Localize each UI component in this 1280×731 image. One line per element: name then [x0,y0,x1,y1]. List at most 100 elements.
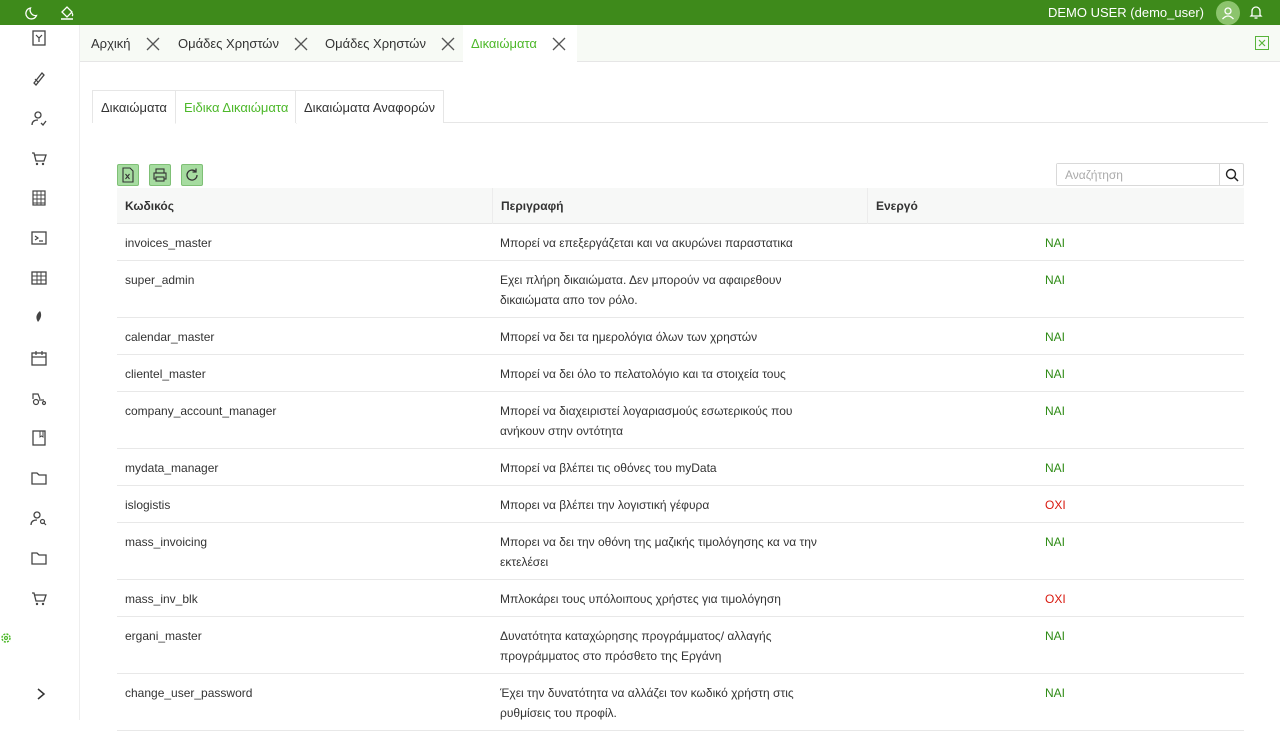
table-row[interactable]: company_account_manager Μπορεί να διαχειρ… [117,392,1244,449]
description-line-1: Εχει πλήρη δικαιώματα. Δεν μπορούν να αφ… [500,273,782,287]
cell-active-status: ΟΧΙ [1045,592,1066,606]
cell-code: calendar_master [125,330,215,344]
subtab-permissions-label: Δικαιώματα [101,99,167,115]
cell-description: Μπορεί να δει όλο το πελατολόγιο και τα … [500,364,860,384]
table-header: Κωδικός Περιγραφή Ενεργό [117,188,1244,224]
table-row[interactable]: change_user_password Έχει την δυνατότητα … [117,674,1244,731]
cell-code: mass_inv_blk [125,592,198,606]
description-line-1: Έχει την δυνατότητα να αλλάζει τον κωδικ… [500,686,794,700]
description-line-1: Μπορει να βλέπει την λογιστική γέφυρα [500,498,710,512]
export-excel-button[interactable] [117,164,139,186]
table-row[interactable]: ergani_master Δυνατότητα καταχώρησης προγ… [117,617,1244,674]
table-row[interactable]: clientel_master Μπορεί να δει όλο το πελα… [117,355,1244,392]
print-button[interactable] [149,164,171,186]
table-row[interactable]: super_admin Εχει πλήρη δικαιώματα. Δεν μπ… [117,261,1244,318]
table-row[interactable]: mydata_manager Μπορεί να βλέπει τις οθόνε… [117,449,1244,486]
subtab-special-permissions[interactable]: Ειδικα Δικαιώματα [175,90,298,124]
tab-bar: Αρχική Ομάδες Χρηστών Ομάδες Χρηστών Δικ… [80,25,1280,62]
tab-user-groups-2[interactable]: Ομάδες Χρηστών [315,25,456,62]
cell-description: Δυνατότητα καταχώρησης προγράμματος/ αλλ… [500,626,860,666]
subtab-report-permissions[interactable]: Δικαιώματα Αναφορών [295,90,444,123]
cell-active-status: ΝΑΙ [1045,629,1066,643]
cell-code: mass_invoicing [125,535,208,549]
tab-home[interactable]: Αρχική [80,25,161,62]
description-line-2: δικαιώματα απο τον ρόλο. [500,293,638,307]
description-line-1: Μπορεί να δει τα ημερολόγια όλων των χρη… [500,330,758,344]
description-line-1: Μπορεί να επεξεργάζεται και να ακυρώνει … [500,236,793,250]
permissions-table: Κωδικός Περιγραφή Ενεργό invoices_master… [117,188,1244,731]
table-row[interactable]: invoices_master Μπορεί να επεξεργάζεται κ… [117,224,1244,261]
cell-active-status: ΝΑΙ [1045,273,1066,287]
tractor-icon[interactable] [28,387,50,409]
cell-code: ergani_master [125,629,202,643]
cell-code: invoices_master [125,236,212,250]
cell-description: Μπορει να δει την οθόνη της μαζικής τιμο… [500,532,860,572]
moon-icon[interactable] [22,2,42,22]
description-line-2: ρυθμίσεις του προφίλ. [500,706,617,720]
table-row[interactable]: islogistis Μπορει να βλέπει την λογιστική… [117,486,1244,523]
leaf-icon[interactable] [28,306,50,328]
close-all-tabs-button[interactable] [1255,36,1269,50]
close-icon[interactable] [293,36,309,52]
cell-description: Έχει την δυνατότητα να αλλάζει τον κωδικ… [500,683,860,723]
cell-code: mydata_manager [125,461,219,475]
cell-description: Μπλοκάρει τους υπόλοιπους χρήστες για τι… [500,589,860,609]
calendar-icon[interactable] [28,347,50,369]
header-active[interactable]: Ενεργό [867,188,918,224]
search-box [1056,163,1244,186]
user-check-icon[interactable] [28,107,50,129]
paint-bucket-icon[interactable] [57,2,77,22]
subtab-special-permissions-label: Ειδικα Δικαιώματα [184,99,289,115]
cell-code: clientel_master [125,367,206,381]
tab-user-groups-1[interactable]: Ομάδες Χρηστών [168,25,309,62]
header-description[interactable]: Περιγραφή [492,188,564,224]
refresh-button[interactable] [181,164,203,186]
cell-code: islogistis [125,498,171,512]
settings-icon[interactable] [0,627,12,649]
close-icon[interactable] [440,36,456,52]
subtab-permissions[interactable]: Δικαιώματα [92,90,176,123]
tab-user-groups-1-label: Ομάδες Χρηστών [178,36,279,51]
table-row[interactable]: calendar_master Μπορεί να δει τα ημερολόγ… [117,318,1244,355]
cell-active-status: ΝΑΙ [1045,236,1066,250]
cell-active-status: ΝΑΙ [1045,535,1066,549]
tab-home-label: Αρχική [91,36,131,51]
table-row[interactable]: mass_invoicing Μπορει να δει την οθόνη τη… [117,523,1244,580]
description-line-1: Μπλοκάρει τους υπόλοιπους χρήστες για τι… [500,592,781,606]
book-icon[interactable] [28,427,50,449]
user-search-icon[interactable] [28,507,50,529]
folder-icon[interactable] [28,467,50,489]
search-button[interactable] [1219,164,1243,185]
description-line-2: προγράμματος στο πρόσθετο της Εργάνη [500,649,722,663]
cart-icon-2[interactable] [28,587,50,609]
close-icon[interactable] [551,36,567,52]
cell-code: super_admin [125,273,195,287]
description-line-1: Δυνατότητα καταχώρησης προγράμματος/ αλλ… [500,629,772,643]
cell-active-status: ΝΑΙ [1045,404,1066,418]
bell-icon[interactable] [1246,2,1266,22]
table-row[interactable]: mass_inv_blk Μπλοκάρει τους υπόλοιπους χρ… [117,580,1244,617]
grid-building-icon[interactable] [28,187,50,209]
cell-active-status: ΝΑΙ [1045,330,1066,344]
expand-chevron-icon[interactable] [30,683,52,705]
folder-icon-2[interactable] [28,547,50,569]
cell-description: Μπορει να βλέπει την λογιστική γέφυρα [500,495,860,515]
top-bar: DEMO USER (demo_user) [0,0,1280,25]
cart-icon[interactable] [28,147,50,169]
subtab-report-permissions-label: Δικαιώματα Αναφορών [304,99,435,115]
invoice-icon[interactable] [28,27,50,49]
tab-permissions[interactable]: Δικαιώματα [463,25,577,62]
cell-description: Εχει πλήρη δικαιώματα. Δεν μπορούν να αφ… [500,270,860,310]
subtab-bar: Δικαιώματα Ειδικα Δικαιώματα Δικαιώματα … [92,88,1268,124]
description-line-1: Μπορεί να δει όλο το πελατολόγιο και τα … [500,367,786,381]
cell-description: Μπορεί να διαχειριστεί λογαριασμούς εσωτ… [500,401,860,441]
terminal-icon[interactable] [28,227,50,249]
table-icon[interactable] [28,267,50,289]
main-content: Αρχική Ομάδες Χρηστών Ομάδες Χρηστών Δικ… [80,25,1280,731]
user-name-label[interactable]: DEMO USER (demo_user) [1048,5,1204,20]
close-icon[interactable] [145,36,161,52]
header-code[interactable]: Κωδικός [117,188,174,224]
search-input[interactable] [1057,164,1217,185]
avatar-icon[interactable] [1216,1,1240,25]
pen-icon[interactable] [28,67,50,89]
